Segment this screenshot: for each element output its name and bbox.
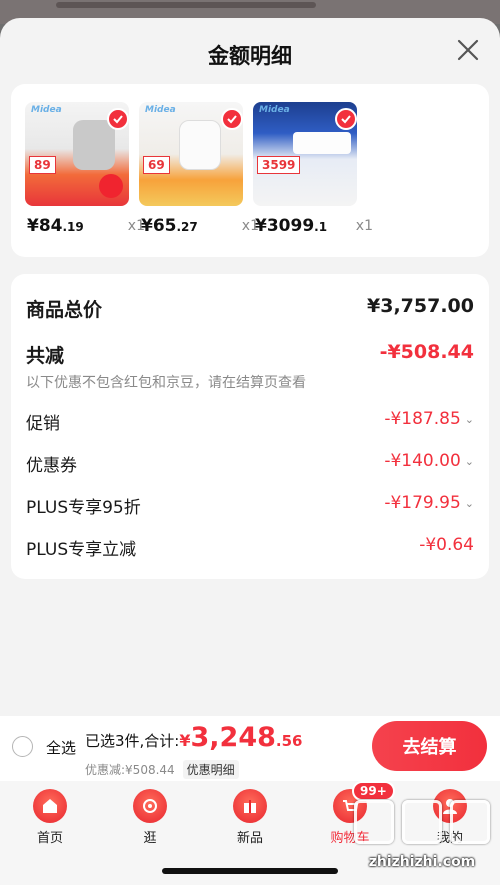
tab-new[interactable]: 新品 (220, 789, 280, 846)
total-price-value: ¥3,757.00 (367, 295, 474, 317)
product-qty: x1 (355, 218, 373, 234)
home-indicator (162, 868, 338, 874)
checkout-button[interactable]: 去结算 (372, 721, 487, 771)
products-card: Midea 89 ¥84.19 x1 Midea 69 ¥65.27 x1 Mi… (11, 84, 489, 257)
product-price: ¥84.19 (27, 216, 84, 236)
total-amount: 3,248 (190, 722, 276, 753)
watermark-text: zhizhizhi.com (368, 854, 476, 870)
plus-discount-row[interactable]: PLUS专享95折 -¥179.95 ⌄ (26, 493, 474, 518)
price-detail-card: 商品总价 ¥3,757.00 共减 -¥508.44 以下优惠不包含红包和京豆，… (11, 274, 489, 579)
promotion-row[interactable]: 促销 -¥187.85 ⌄ (26, 409, 474, 434)
discount-summary: 优惠减:¥508.44 (85, 763, 175, 777)
product-item[interactable]: Midea 3599 ¥3099.1 x1 (253, 102, 373, 236)
cart-count-badge: 99+ (352, 781, 395, 801)
product-item[interactable]: Midea 89 ¥84.19 x1 (25, 102, 145, 236)
amount-detail-sheet: 金额明细 Midea 89 ¥84.19 x1 Midea 69 ¥65.27 … (0, 18, 500, 718)
total-price-label: 商品总价 (26, 299, 103, 321)
sheet-title: 金额明细 (208, 44, 292, 68)
chevron-down-icon: ⌄ (464, 412, 474, 426)
checkout-bar: 全选 已选3件,合计:¥3,248.56 优惠减:¥508.44 优惠明细 去结算 (0, 716, 500, 781)
discount-detail-button[interactable]: 优惠明细 (182, 760, 239, 779)
gift-icon (233, 789, 267, 823)
chevron-down-icon: ⌄ (464, 454, 474, 468)
tab-discover[interactable]: 逛 (120, 789, 180, 846)
watermark: zhizhizhi.com (352, 800, 492, 880)
selected-check-icon (335, 108, 357, 130)
product-price: ¥65.27 (141, 216, 198, 236)
selected-check-icon (107, 108, 129, 130)
total-reduce-value: -¥508.44 (379, 341, 474, 363)
total-price-row: 商品总价 ¥3,757.00 (26, 295, 474, 321)
coupon-row[interactable]: 优惠券 -¥140.00 ⌄ (26, 451, 474, 476)
discount-note: 以下优惠不包含红包和京豆，请在结算页查看 (26, 375, 306, 391)
product-price: ¥3099.1 (255, 216, 328, 236)
selected-check-icon (221, 108, 243, 130)
product-item[interactable]: Midea 69 ¥65.27 x1 (139, 102, 259, 236)
tab-home[interactable]: 首页 (20, 789, 80, 846)
chevron-down-icon: ⌄ (464, 496, 474, 510)
select-all-checkbox[interactable] (12, 736, 33, 757)
total-reduce-label: 共减 (26, 345, 65, 367)
plus-reduce-row: PLUS专享立减 -¥0.64 (26, 535, 474, 560)
select-all-label[interactable]: 全选 (46, 737, 76, 758)
order-summary: 已选3件,合计:¥3,248.56 (85, 722, 303, 753)
discover-icon (133, 789, 167, 823)
home-icon (33, 789, 67, 823)
close-icon[interactable] (454, 36, 482, 64)
total-reduce-row: 共减 -¥508.44 (26, 341, 474, 367)
